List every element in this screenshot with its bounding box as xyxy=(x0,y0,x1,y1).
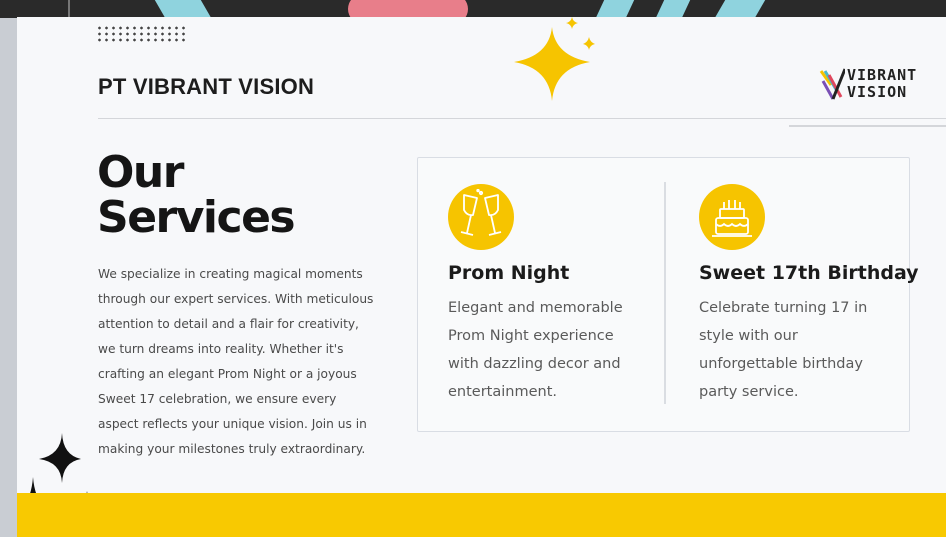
title-line-1: Our xyxy=(97,147,184,198)
birthday-cake-icon xyxy=(699,184,765,250)
services-slide: PT VIBRANT VISION VIBRANT VISION Our Ser… xyxy=(17,17,946,537)
logo-stripes-icon xyxy=(819,68,845,100)
footer-band xyxy=(17,493,946,537)
champagne-glasses-icon xyxy=(448,184,514,250)
company-name: PT VIBRANT VISION xyxy=(98,74,315,99)
intro-line: through our expert services. With meticu… xyxy=(98,292,374,306)
intro-line: We specialize in creating magical moment… xyxy=(98,267,363,281)
logo-text-line1: VIBRANT xyxy=(847,66,918,84)
intro-line: making your milestones truly extraordina… xyxy=(98,442,366,456)
service-prom-night: Prom Night Elegant and memorable Prom Ni… xyxy=(448,158,688,428)
service-description: Elegant and memorable Prom Night experie… xyxy=(448,300,623,400)
intro-line: attention to detail and a flair for crea… xyxy=(98,317,359,331)
page-title: Our Services xyxy=(97,147,296,243)
intro-line: aspect reflects your unique vision. Join… xyxy=(98,417,367,431)
header-divider-accent xyxy=(789,125,946,127)
intro-line: we turn dreams into reality. Whether it'… xyxy=(98,342,344,356)
title-line-2: Services xyxy=(97,192,296,243)
service-sweet-17: Sweet 17th Birthday Celebrate turning 17… xyxy=(699,158,939,428)
dot-grid-decoration xyxy=(96,25,188,43)
intro-paragraph: We specialize in creating magical moment… xyxy=(98,262,398,462)
vibrant-vision-logo: VIBRANT VISION xyxy=(819,65,939,105)
services-card: Prom Night Elegant and memorable Prom Ni… xyxy=(417,157,919,432)
service-name: Prom Night xyxy=(448,262,570,284)
header-divider xyxy=(98,118,946,119)
top-decorative-strip xyxy=(0,0,946,18)
intro-line: Sweet 17 celebration, we ensure every xyxy=(98,392,337,406)
service-description: Celebrate turning 17 in style with our u… xyxy=(699,300,868,400)
intro-line: crafting an elegant Prom Night or a joyo… xyxy=(98,367,357,381)
logo-text-line2: VISION xyxy=(847,83,908,101)
yellow-sparkle-icon xyxy=(514,17,595,101)
service-name: Sweet 17th Birthday xyxy=(699,262,919,284)
services-divider xyxy=(664,182,666,404)
